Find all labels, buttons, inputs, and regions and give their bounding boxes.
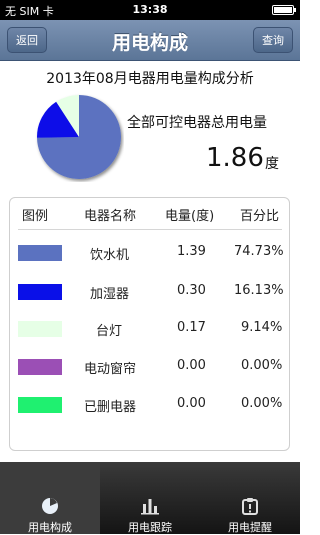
nav-bar: 返回 用电构成 查询 (0, 20, 300, 61)
reminder-icon (242, 498, 258, 515)
table-divider (18, 229, 282, 230)
legend-swatch (18, 321, 62, 337)
percent-value: 0.00% (241, 358, 283, 373)
table-row: 电动窗帘 0.00 0.00% (0, 355, 300, 379)
legend-header: 图例 (22, 209, 49, 224)
legend-swatch (18, 359, 62, 375)
usage-value: 0.30 (177, 283, 206, 298)
usage-header: 电量(度) (165, 209, 215, 224)
percent-header: 百分比 (240, 209, 280, 224)
query-button[interactable]: 查询 (253, 27, 293, 53)
tab-usage-reminder[interactable]: 用电提醒 (200, 462, 300, 534)
table-row: 饮水机 1.39 74.73% (0, 241, 300, 265)
clock: 13:38 (132, 3, 168, 16)
tab-label: 用电构成 (28, 521, 72, 534)
legend-swatch (18, 284, 62, 300)
usage-value: 1.39 (177, 244, 206, 259)
appliance-name: 台灯 (96, 324, 123, 339)
percent-value: 74.73% (234, 244, 284, 259)
table-row: 加湿器 0.30 16.13% (0, 280, 300, 304)
tab-usage-tracking[interactable]: 用电跟踪 (100, 462, 200, 534)
table-row: 台灯 0.17 9.14% (0, 317, 300, 341)
usage-value: 0.00 (177, 396, 206, 411)
appliance-name: 电动窗帘 (84, 362, 137, 377)
appliance-name: 加湿器 (90, 287, 130, 302)
percent-value: 0.00% (241, 396, 283, 411)
total-usage-value: 1.86 (206, 143, 264, 173)
summary-title: 2013年08月电器用电量构成分析 (46, 71, 254, 87)
tab-label: 用电跟踪 (128, 521, 172, 534)
legend-swatch (18, 397, 62, 413)
table-row: 已删电器 0.00 0.00% (0, 393, 300, 417)
tab-usage-composition[interactable]: 用电构成 (0, 462, 100, 534)
status-bar: 无 SIM 卡 13:38 (0, 0, 300, 20)
percent-value: 16.13% (234, 283, 284, 298)
percent-value: 9.14% (241, 320, 283, 335)
appliance-name: 饮水机 (90, 248, 130, 263)
tab-label: 用电提醒 (228, 521, 272, 534)
usage-value: 0.00 (177, 358, 206, 373)
name-header: 电器名称 (84, 209, 137, 224)
total-usage-unit: 度 (265, 156, 279, 172)
total-usage-label: 全部可控电器总用电量 (127, 115, 267, 131)
pie-chart-icon (42, 498, 58, 514)
battery-icon (272, 5, 296, 15)
legend-swatch (18, 245, 62, 261)
usage-pie-chart (37, 95, 121, 179)
appliance-name: 已删电器 (84, 400, 137, 415)
usage-value: 0.17 (177, 320, 206, 335)
bar-chart-icon (141, 499, 159, 515)
